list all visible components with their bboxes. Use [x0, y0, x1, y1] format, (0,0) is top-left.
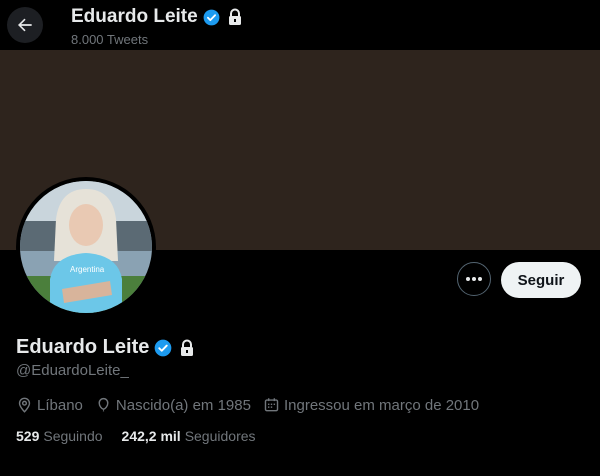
lock-icon	[228, 8, 241, 25]
avatar-shirt-text: Argentina	[70, 265, 105, 274]
top-bar: Eduardo Leite 8.000 Tweets	[0, 0, 600, 50]
follow-stats: 529 Seguindo 242,2 mil Seguidores	[16, 428, 275, 444]
header-display-name: Eduardo Leite	[71, 6, 198, 27]
profile-handle: @EduardoLeite_	[16, 362, 129, 379]
profile-meta: Líbano Nascido(a) em 1985 Ingressou em m…	[16, 396, 491, 414]
verified-badge-icon	[203, 9, 220, 25]
more-options-button[interactable]	[457, 262, 491, 296]
profile-display-name: Eduardo Leite	[16, 336, 150, 358]
followers-label: Seguidores	[184, 428, 256, 444]
arrow-left-icon	[18, 18, 32, 32]
follow-button[interactable]: Seguir	[501, 262, 581, 298]
avatar-photo: Argentina	[20, 181, 152, 313]
profile-name: Eduardo Leite	[16, 336, 195, 359]
location-pin-icon	[18, 397, 31, 413]
location-text: Líbano	[37, 396, 83, 414]
more-dots-icon	[466, 277, 482, 281]
followers-count: 242,2 mil	[121, 428, 181, 444]
birth-item: Nascido(a) em 1985	[95, 396, 251, 414]
balloon-icon	[98, 397, 109, 412]
followers-link[interactable]: 242,2 mil Seguidores	[122, 428, 256, 444]
location-item: Líbano	[16, 396, 83, 414]
verified-badge-icon	[155, 339, 172, 356]
avatar-frame[interactable]: Argentina	[16, 177, 156, 317]
header-title: Eduardo Leite	[71, 6, 243, 28]
following-link[interactable]: 529 Seguindo	[16, 428, 103, 444]
following-label: Seguindo	[43, 428, 103, 444]
tweet-count: 8.000 Tweets	[71, 32, 149, 47]
lock-icon	[181, 339, 194, 356]
back-button[interactable]	[7, 7, 43, 43]
birth-text: Nascido(a) em 1985	[115, 396, 251, 414]
avatar[interactable]: Argentina	[20, 181, 152, 313]
following-count: 529	[16, 428, 40, 444]
joined-text: Ingressou em março de 2010	[283, 396, 480, 414]
calendar-icon	[264, 398, 279, 412]
joined-item: Ingressou em março de 2010	[263, 396, 479, 414]
